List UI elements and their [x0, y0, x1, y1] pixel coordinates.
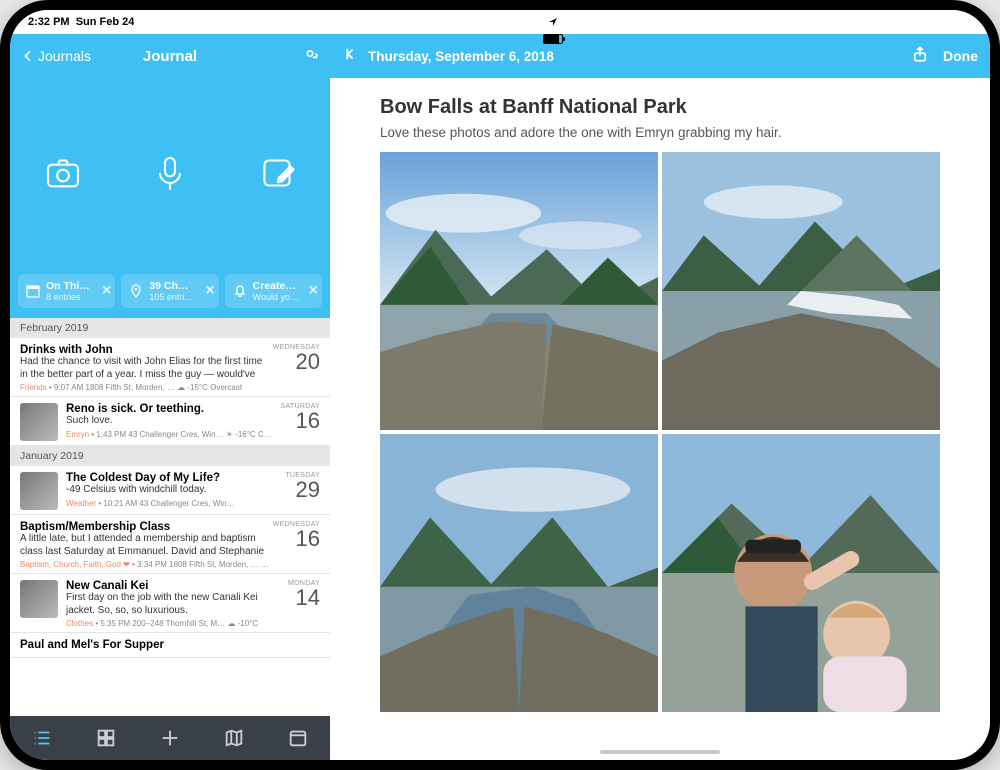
entry-meta: Emryn • 1:43 PM 43 Challenger Cres, Win…… — [66, 430, 272, 439]
entry-daynum: 29 — [272, 479, 320, 501]
entry-snippet: First day on the job with the new Canali… — [66, 592, 272, 617]
entry-title: The Coldest Day of My Life? — [66, 472, 272, 484]
map-icon — [223, 727, 245, 749]
entry-daynum: 20 — [272, 351, 320, 373]
chevron-left-icon — [20, 48, 36, 64]
entry-daynum: 16 — [272, 410, 320, 432]
entry-photo[interactable] — [380, 434, 658, 712]
tab-map[interactable] — [202, 716, 266, 760]
calendar-grid-icon — [287, 727, 309, 749]
entry-meta: Clothes • 5:35 PM 200–248 Thornhill St, … — [66, 619, 272, 628]
status-time: 2:32 PM — [28, 16, 70, 28]
entry-thumb — [20, 472, 58, 510]
entry-row[interactable]: Paul and Mel's For Supper — [10, 633, 330, 658]
entry-row[interactable]: New Canali KeiFirst day on the job with … — [10, 574, 330, 633]
status-date: Sun Feb 24 — [76, 16, 135, 28]
entry-title: Drinks with John — [20, 344, 272, 356]
entry-row[interactable]: Drinks with JohnHad the chance to visit … — [10, 338, 330, 397]
entry-row[interactable]: Baptism/Membership ClassA little late, b… — [10, 515, 330, 574]
tab-list[interactable] — [10, 716, 74, 760]
entry-meta: Weather • 10:21 AM 43 Challenger Cres, W… — [66, 499, 272, 508]
text-button[interactable] — [254, 150, 300, 196]
screen: 2:32 PM Sun Feb 24 Journals — [10, 10, 990, 760]
tab-grid[interactable] — [74, 716, 138, 760]
back-label: Journals — [38, 48, 91, 64]
entry-photo[interactable] — [662, 152, 940, 430]
collapse-icon — [342, 45, 360, 63]
back-button[interactable]: Journals — [20, 48, 91, 64]
share-button[interactable] — [911, 45, 929, 68]
quick-actions — [10, 78, 330, 268]
gear-icon — [302, 46, 318, 62]
section-header: February 2019 — [10, 318, 330, 338]
entry-snippet: -49 Celsius with windchill today. — [66, 484, 272, 497]
audio-button[interactable] — [147, 150, 193, 196]
entry-meta: Baptism, Church, Faith, God ❤ • 3:34 PM … — [20, 560, 272, 569]
entry-list[interactable]: February 2019Drinks with JohnHad the cha… — [10, 318, 330, 716]
entry-thumb — [20, 403, 58, 441]
section-header: January 2019 — [10, 446, 330, 466]
entry-snippet: Such love. — [66, 415, 272, 428]
list-icon — [31, 727, 53, 749]
ipad-frame: 2:32 PM Sun Feb 24 Journals — [0, 0, 1000, 770]
entry-row[interactable]: Reno is sick. Or teething.Such love. Emry… — [10, 397, 330, 446]
bell-icon — [233, 284, 247, 298]
entry-date[interactable]: Thursday, September 6, 2018 — [368, 49, 554, 64]
entry-title: Baptism/Membership Class — [20, 521, 272, 533]
settings-button[interactable] — [302, 46, 318, 67]
camera-icon — [43, 153, 83, 193]
entry-snippet: A little late, but I attended a membersh… — [20, 533, 272, 558]
photo-grid — [380, 152, 940, 712]
close-icon[interactable]: × — [309, 282, 318, 300]
detail-header: Thursday, September 6, 2018 Done — [330, 34, 990, 78]
entry-snippet: Had the chance to visit with John Elias … — [20, 356, 272, 381]
home-indicator[interactable] — [600, 750, 720, 754]
entry-photo[interactable] — [662, 434, 940, 712]
entry-title: New Canali Kei — [66, 580, 272, 592]
share-icon — [911, 45, 929, 63]
camera-button[interactable] — [40, 150, 86, 196]
microphone-icon — [150, 153, 190, 193]
compose-icon — [257, 153, 297, 193]
entry-meta: Friends • 9:07 AM 1808 Fifth St, Morden,… — [20, 383, 272, 392]
battery-icon — [543, 34, 563, 44]
entry-daynum: 14 — [272, 587, 320, 609]
page-title: Journal — [143, 48, 197, 65]
grid-icon — [95, 727, 117, 749]
entry-title: Bow Falls at Banff National Park — [380, 96, 940, 119]
entry-description: Love these photos and adore the one with… — [380, 125, 940, 140]
chip-reminder[interactable]: Create…Would yo… × — [225, 274, 322, 308]
close-icon[interactable]: × — [102, 282, 111, 300]
chip-on-this-day[interactable]: On Thi…8 entries × — [18, 274, 115, 308]
entry-title: Reno is sick. Or teething. — [66, 403, 272, 415]
done-button[interactable]: Done — [943, 48, 978, 64]
entry-row[interactable]: The Coldest Day of My Life?-49 Celsius w… — [10, 466, 330, 515]
pin-icon — [129, 284, 143, 298]
collapse-button[interactable] — [342, 45, 360, 68]
calendar-icon — [26, 284, 40, 298]
tab-calendar[interactable] — [266, 716, 330, 760]
status-bar: 2:32 PM Sun Feb 24 — [10, 10, 990, 34]
location-icon — [548, 17, 558, 30]
sidebar: Journals Journal — [10, 34, 330, 760]
bottom-toolbar — [10, 716, 330, 760]
wifi-icon — [546, 10, 560, 13]
entry-photo[interactable] — [380, 152, 658, 430]
sidebar-header: Journals Journal — [10, 34, 330, 78]
tab-new[interactable] — [138, 716, 202, 760]
entry-thumb — [20, 580, 58, 618]
entry-daynum: 16 — [272, 528, 320, 550]
entry-title: Paul and Mel's For Supper — [20, 639, 272, 651]
entry-detail: Thursday, September 6, 2018 Done Bow Fal… — [330, 34, 990, 760]
chip-location[interactable]: 39 Ch…105 entri… × — [121, 274, 218, 308]
filter-chips: On Thi…8 entries × 39 Ch…105 entri… × Cr… — [10, 268, 330, 318]
close-icon[interactable]: × — [205, 282, 214, 300]
entry-body[interactable]: Bow Falls at Banff National Park Love th… — [330, 78, 990, 760]
plus-icon — [159, 727, 181, 749]
